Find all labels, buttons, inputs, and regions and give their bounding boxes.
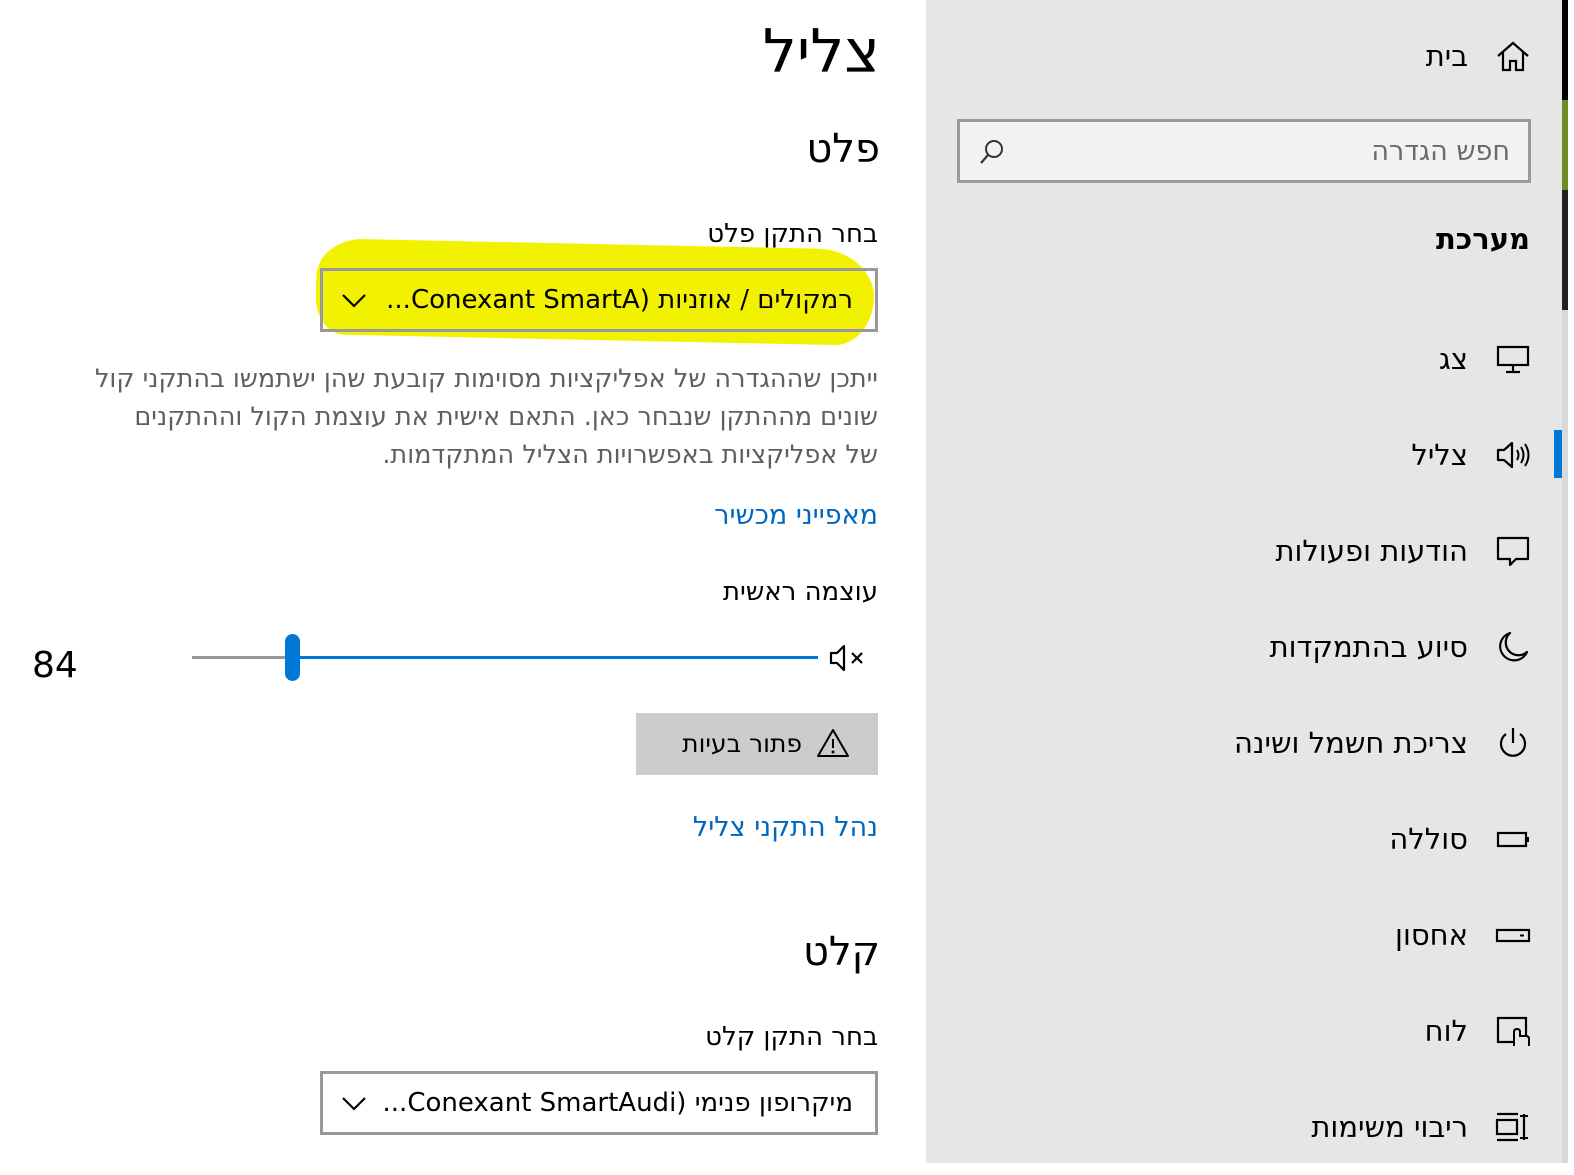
sidebar-item-label: הודעות ופעולות <box>1275 534 1468 568</box>
sidebar-item-label: צג <box>1438 342 1468 376</box>
sidebar-item-focus-assist[interactable]: סיוע בהתמקדות <box>926 599 1562 695</box>
sidebar-item-storage[interactable]: אחסון <box>926 887 1562 983</box>
sidebar-item-label: סוללה <box>1389 822 1468 856</box>
description-line: של אפליקציות באפשרויות הצליל המתקדמות. <box>382 440 878 470</box>
sidebar-item-display[interactable]: צג <box>926 311 1562 407</box>
output-description: ייתכן שההגדרה של אפליקציות מסוימות קובעת… <box>0 360 878 474</box>
manage-sound-devices-link[interactable]: נהל התקני צליל <box>693 809 878 847</box>
volume-value: 84 <box>32 645 78 686</box>
background-window-edge <box>1562 0 1574 1163</box>
speaker-icon <box>1496 441 1530 469</box>
troubleshoot-label: פתור בעיות <box>682 729 802 758</box>
search-input[interactable] <box>1020 122 1510 180</box>
device-properties-link[interactable]: מאפייני מכשיר <box>714 497 878 535</box>
sidebar-item-power-sleep[interactable]: צריכת חשמל ושינה <box>926 695 1562 791</box>
selected-indicator <box>1554 430 1562 478</box>
sidebar-item-label: סיוע בהתמקדות <box>1269 630 1468 664</box>
moon-icon <box>1499 631 1529 662</box>
slider-thumb[interactable] <box>284 634 300 681</box>
sidebar-item-label: צליל <box>1411 438 1468 472</box>
choose-input-label: בחר התקן קלט <box>705 1022 878 1052</box>
description-line: ייתכן שההגדרה של אפליקציות מסוימות קובעת… <box>94 364 878 394</box>
nav-home-label: בית <box>1425 39 1468 73</box>
troubleshoot-button[interactable]: פתור בעיות <box>636 713 878 775</box>
sidebar-item-battery[interactable]: סוללה <box>926 791 1562 887</box>
multitasking-icon <box>1495 1112 1528 1142</box>
sidebar-item-label: אחסון <box>1395 918 1468 952</box>
input-device-value: מיקרופון פנימי (Conexant SmartAudi... <box>382 1088 853 1118</box>
output-heading: פלט <box>806 126 880 172</box>
slider-fill <box>292 656 818 659</box>
monitor-icon <box>1496 345 1530 374</box>
sidebar-item-tablet[interactable]: לוח <box>926 983 1562 1079</box>
sidebar-item-label: לוח <box>1424 1014 1468 1048</box>
output-device-value: רמקולים / אוזניות (Conexant SmartA... <box>386 285 853 315</box>
sidebar-item-sound[interactable]: צליל <box>926 407 1562 503</box>
sidebar-item-label: צריכת חשמל ושינה <box>1233 726 1468 760</box>
page-title: צליל <box>762 17 880 87</box>
nav-home[interactable]: בית <box>926 8 1562 104</box>
tablet-icon <box>1496 1016 1530 1046</box>
search-icon[interactable] <box>978 138 1006 166</box>
warning-icon <box>817 729 849 757</box>
input-device-dropdown[interactable]: מיקרופון פנימי (Conexant SmartAudi... <box>320 1071 878 1135</box>
input-heading: קלט <box>802 929 880 975</box>
chevron-down-icon <box>342 1097 366 1111</box>
storage-icon <box>1495 928 1531 943</box>
chevron-down-icon <box>342 294 366 308</box>
output-device-dropdown[interactable]: רמקולים / אוזניות (Conexant SmartA... <box>320 268 878 332</box>
sidebar-item-label: ריבוי משימות <box>1311 1110 1468 1144</box>
battery-icon <box>1496 831 1529 848</box>
speaker-mute-icon[interactable] <box>828 642 870 674</box>
nav-section-title: מערכת <box>1436 222 1530 256</box>
volume-slider[interactable] <box>190 618 870 698</box>
master-volume-label: עוצמה ראשית <box>722 577 878 607</box>
power-icon <box>1499 728 1527 757</box>
home-icon <box>1497 41 1529 72</box>
settings-search[interactable] <box>957 119 1531 183</box>
sidebar-item-notifications[interactable]: הודעות ופעולות <box>926 503 1562 599</box>
notification-icon <box>1496 536 1530 567</box>
description-line: שונים מההתקן שנבחר כאן. התאם אישית את עו… <box>134 402 878 432</box>
settings-nav-pane: בית מערכת צג צליל הודעות ו <box>926 0 1562 1163</box>
sidebar-item-multitasking[interactable]: ריבוי משימות <box>926 1079 1562 1175</box>
